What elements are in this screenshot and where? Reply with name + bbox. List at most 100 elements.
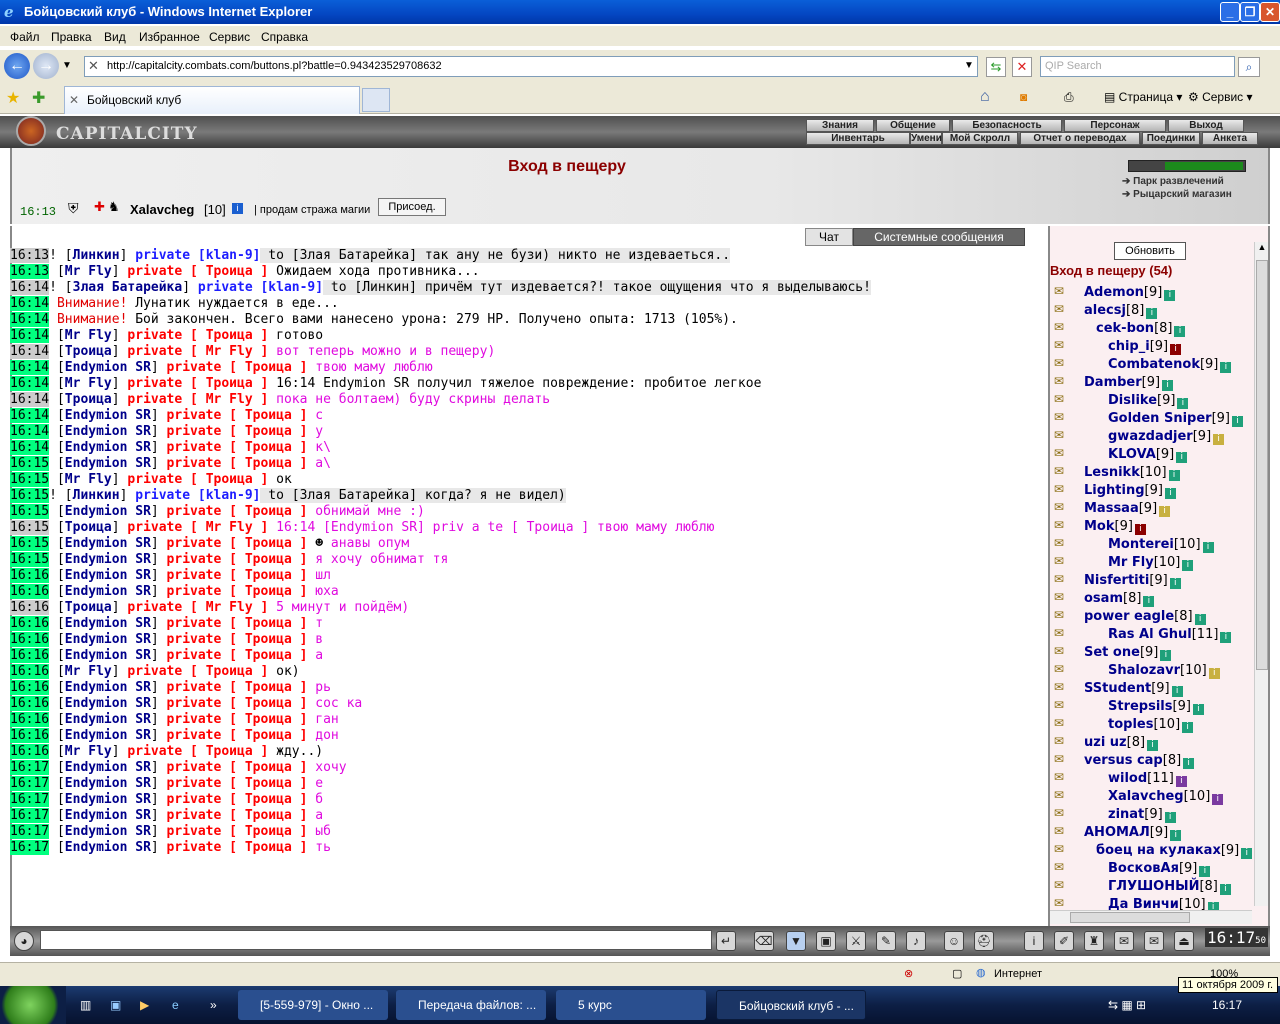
chat-time[interactable]: 16:13: [10, 248, 50, 263]
player-info-icon[interactable]: i: [1143, 596, 1155, 607]
player-info-icon[interactable]: i: [1169, 578, 1181, 589]
private-message-icon[interactable]: ✉: [1054, 698, 1074, 712]
player-row[interactable]: Mr Fly[10] i: [1108, 554, 1194, 572]
chat-sender[interactable]: Endymion SR: [65, 584, 151, 599]
private-message-icon[interactable]: ✉: [1054, 572, 1074, 586]
link-amusement-park[interactable]: ➔ Парк развлечений: [1122, 176, 1224, 187]
player-name[interactable]: versus cap: [1084, 753, 1163, 768]
player-name[interactable]: Mr Fly: [1108, 555, 1154, 570]
search-input[interactable]: QIP Search: [1040, 56, 1235, 77]
chat-private-target[interactable]: private [ Троица ]: [167, 808, 308, 823]
chat-private-target[interactable]: private [ Троица ]: [167, 584, 308, 599]
private-message-icon[interactable]: ✉: [1054, 446, 1074, 460]
chat-time[interactable]: 16:14: [10, 440, 50, 455]
chat-private-target[interactable]: private [ Троица ]: [127, 744, 268, 759]
private-message-icon[interactable]: ✉: [1054, 284, 1074, 298]
player-name[interactable]: uzi uz: [1084, 735, 1127, 750]
chat-time[interactable]: 16:14: [10, 296, 50, 311]
chat-sender[interactable]: Mr Fly: [65, 472, 112, 487]
menu-security[interactable]: Безопасность: [952, 119, 1062, 132]
player-name[interactable]: Ademon: [1084, 285, 1144, 300]
player-info-icon[interactable]: i: [1174, 326, 1186, 337]
music-icon[interactable]: ♪: [906, 931, 926, 951]
player-info-icon[interactable]: i: [1177, 398, 1189, 409]
player-row[interactable]: боец на кулаках[9] i: [1096, 842, 1253, 860]
player-name[interactable]: SStudent: [1084, 681, 1151, 696]
menu-exit[interactable]: Выход: [1168, 119, 1244, 132]
player-row[interactable]: Ras Al Ghul[11] i: [1108, 626, 1232, 644]
player-row[interactable]: Golden Sniper[9] i: [1108, 410, 1243, 428]
new-tab-button[interactable]: [362, 88, 390, 112]
favorites-star-icon[interactable]: ★: [6, 88, 20, 108]
private-message-icon[interactable]: ✉: [1054, 752, 1074, 766]
chat-time[interactable]: 16:14: [10, 376, 50, 391]
chat-private-target[interactable]: private [ Троица ]: [167, 792, 308, 807]
chat-private-target[interactable]: private [ Троица ]: [167, 616, 308, 631]
chat-sender[interactable]: Линкин: [73, 488, 120, 503]
mail-icon[interactable]: ✉: [1144, 931, 1164, 951]
chat-private-target[interactable]: private [ Троица ]: [167, 840, 308, 855]
player-name[interactable]: KLOVA: [1108, 447, 1156, 462]
player-row[interactable]: Combatenok[9] i: [1108, 356, 1232, 374]
chat-time[interactable]: 16:15: [10, 552, 50, 567]
chat-private-target[interactable]: private [ Mr Fly ]: [127, 392, 268, 407]
hscroll-thumb[interactable]: [1070, 912, 1190, 923]
player-name[interactable]: Lighting: [1084, 483, 1145, 498]
chat-sender[interactable]: Mr Fly: [65, 744, 112, 759]
player-info-icon[interactable]: i: [1162, 380, 1174, 391]
add-favorite-icon[interactable]: ✚: [32, 88, 45, 108]
player-info-icon[interactable]: i: [1219, 884, 1231, 895]
task-2[interactable]: 5 курс: [556, 990, 706, 1020]
player-info-icon[interactable]: i: [1194, 614, 1206, 625]
url-field[interactable]: http://capitalcity.combats.com/buttons.p…: [84, 56, 978, 77]
player-name[interactable]: Shalozavr: [1108, 663, 1180, 678]
chat-private-target[interactable]: private [ Mr Fly ]: [127, 520, 268, 535]
menu-help[interactable]: Справка: [261, 30, 308, 44]
chat-sender[interactable]: Endymion SR: [65, 504, 151, 519]
chat-sender[interactable]: Endymion SR: [65, 824, 151, 839]
player-info-icon[interactable]: i: [1134, 524, 1146, 535]
chat-private-target[interactable]: private [ Троица ]: [167, 408, 308, 423]
forward-icon[interactable]: →: [33, 53, 59, 79]
player-name[interactable]: cek-bon: [1096, 321, 1154, 336]
chat-sender[interactable]: Троица: [65, 600, 112, 615]
chat-time[interactable]: 16:15: [10, 520, 50, 535]
player-info-icon[interactable]: i: [1202, 542, 1214, 553]
scroll-up-icon[interactable]: ▲: [1256, 242, 1268, 256]
chat-time[interactable]: 16:14: [10, 328, 50, 343]
player-info-icon[interactable]: i: [1213, 434, 1225, 445]
private-message-icon[interactable]: ✉: [1054, 536, 1074, 550]
minimize-button[interactable]: _: [1220, 2, 1240, 22]
player-row[interactable]: Damber[9] i: [1084, 374, 1174, 392]
quicklaunch-more-icon[interactable]: »: [210, 998, 217, 1012]
chat-private-target[interactable]: private [ Троица ]: [167, 360, 308, 375]
player-name[interactable]: Ras Al Ghul: [1108, 627, 1192, 642]
private-message-icon[interactable]: ✉: [1054, 392, 1074, 406]
chat-time[interactable]: 16:15: [10, 504, 50, 519]
private-message-icon[interactable]: ✉: [1054, 374, 1074, 388]
user-info-icon[interactable]: i: [232, 203, 243, 214]
menu-transfer-report[interactable]: Отчет о переводах: [1020, 132, 1140, 145]
chat-sender[interactable]: Endymion SR: [65, 760, 151, 775]
chat-private-target[interactable]: private [ Троица ]: [167, 728, 308, 743]
player-info-icon[interactable]: i: [1159, 506, 1171, 517]
menu-battles[interactable]: Поединки: [1142, 132, 1200, 145]
chat-time[interactable]: 16:13: [10, 264, 50, 279]
tray-icons[interactable]: ⇆ ▦ ⊞: [1108, 998, 1146, 1012]
private-message-icon[interactable]: ✉: [1054, 770, 1074, 784]
chat-private-target[interactable]: private [ Троица ]: [167, 824, 308, 839]
player-name[interactable]: osam: [1084, 591, 1123, 606]
player-info-icon[interactable]: i: [1183, 758, 1195, 769]
chat-time[interactable]: 16:15: [10, 536, 50, 551]
chat-sender[interactable]: Троица: [65, 344, 112, 359]
chat-sender[interactable]: Mr Fly: [65, 264, 112, 279]
player-name[interactable]: Strepsils: [1108, 699, 1173, 714]
menu-profile[interactable]: Анкета: [1202, 132, 1258, 145]
menu-file[interactable]: Файл: [10, 30, 40, 44]
header-user[interactable]: Xalavcheg: [130, 202, 194, 217]
player-name[interactable]: АНОМАЛ: [1084, 825, 1150, 840]
player-row[interactable]: uzi uz[8] i: [1084, 734, 1159, 752]
private-message-icon[interactable]: ✉: [1054, 626, 1074, 640]
chat-time[interactable]: 16:17: [10, 840, 50, 855]
player-info-icon[interactable]: i: [1220, 632, 1232, 643]
